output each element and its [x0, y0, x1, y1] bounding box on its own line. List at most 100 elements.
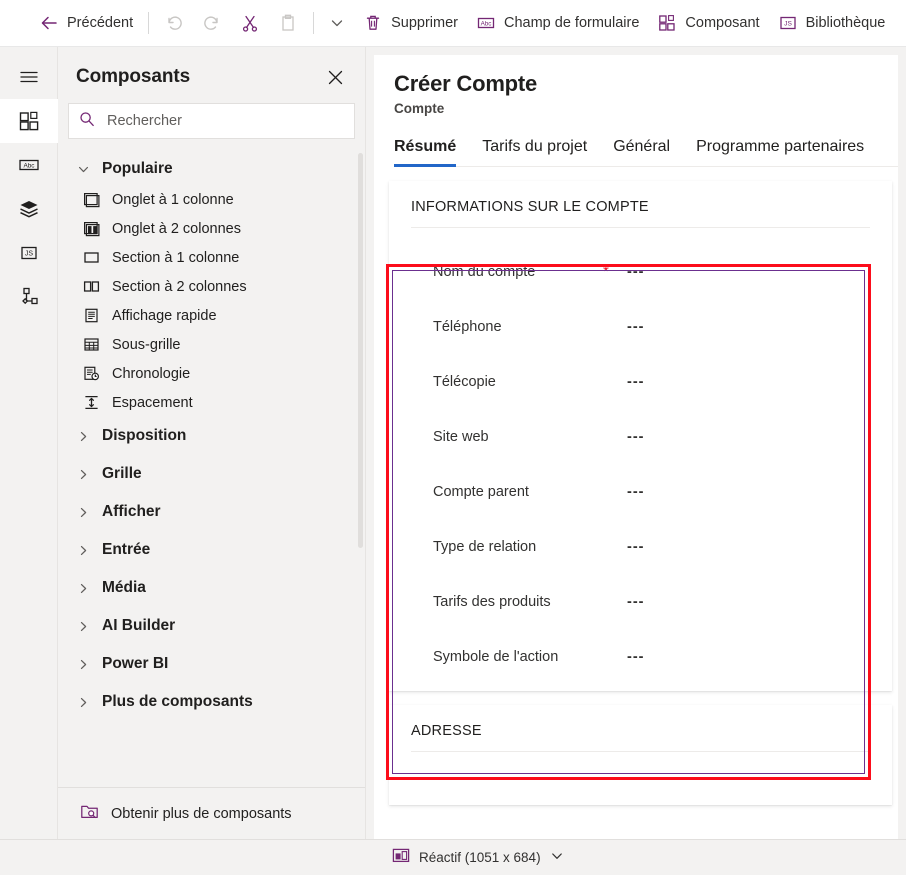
svg-text:Abc: Abc — [23, 162, 35, 169]
chevron-right-icon — [76, 430, 90, 443]
category-item-disposition[interactable]: Disposition — [58, 417, 365, 455]
viewport-selector[interactable]: Réactif (1051 x 684) — [392, 847, 564, 868]
get-more-components-button[interactable]: Obtenir plus de composants — [58, 787, 365, 839]
tab-tarifs-du-projet[interactable]: Tarifs du projet — [482, 138, 587, 166]
abc-field-icon: Abc — [476, 13, 496, 33]
section-adresse[interactable]: ADRESSE — [389, 705, 892, 805]
form-tabs: Résumé Tarifs du projet Général Programm… — [394, 138, 906, 167]
field-row-nom-du-compte[interactable]: Nom du compte * --- — [411, 244, 870, 299]
redo-button[interactable] — [193, 5, 231, 41]
component-item-subgrid[interactable]: Sous-grille — [58, 330, 365, 359]
component-item-label: Espacement — [112, 394, 193, 411]
folder-search-icon — [80, 802, 99, 825]
component-item-section-two-columns[interactable]: Section à 2 colonnes — [58, 272, 365, 301]
tab-label: Général — [613, 138, 671, 155]
rail-item-fields[interactable]: Abc — [0, 143, 58, 187]
undo-button[interactable] — [155, 5, 193, 41]
chevron-down-icon — [550, 849, 564, 866]
category-item-grille[interactable]: Grille — [58, 455, 365, 493]
tab-two-columns-icon — [81, 220, 101, 237]
chevron-right-icon — [76, 696, 90, 709]
component-item-timeline[interactable]: Chronologie — [58, 359, 365, 388]
field-row-symbole-de-l-action[interactable]: Symbole de l'action --- — [411, 629, 870, 684]
component-item-tab-one-column[interactable]: Onglet à 1 colonne — [58, 185, 365, 214]
group-header-populaire[interactable]: Populaire — [58, 153, 365, 185]
components-panel-header: Composants — [58, 47, 365, 103]
form-canvas-area: Créer Compte Compte Résumé Tarifs du pro… — [366, 47, 906, 839]
section-fields: Nom du compte * --- Téléphone --- Téléco… — [411, 228, 870, 684]
chevron-right-icon — [76, 620, 90, 633]
component-item-quick-view[interactable]: Affichage rapide — [58, 301, 365, 330]
field-row-site-web[interactable]: Site web --- — [411, 409, 870, 464]
component-item-section-one-column[interactable]: Section à 1 colonne — [58, 243, 365, 272]
delete-button[interactable]: Supprimer — [354, 5, 467, 41]
field-row-compte-parent[interactable]: Compte parent --- — [411, 464, 870, 519]
tab-general[interactable]: Général — [613, 138, 670, 166]
rail-item-tree[interactable] — [0, 275, 58, 319]
component-button-label: Composant — [685, 15, 760, 31]
form-field-button[interactable]: Abc Champ de formulaire — [467, 5, 648, 41]
page-title: Créer Compte — [394, 71, 538, 96]
rail-item-menu[interactable] — [0, 55, 58, 99]
category-item-label: Entrée — [102, 541, 151, 558]
paste-button[interactable] — [269, 5, 307, 41]
chevron-right-icon — [76, 544, 90, 557]
component-button[interactable]: Composant — [648, 5, 768, 41]
category-item-label: Grille — [102, 465, 142, 482]
field-row-type-de-relation[interactable]: Type de relation --- — [411, 519, 870, 574]
section-title: ADRESSE — [411, 723, 870, 752]
rail-item-scripts[interactable]: JS — [0, 231, 58, 275]
section-informations-sur-le-compte[interactable]: INFORMATIONS SUR LE COMPTE Nom du compte… — [389, 181, 892, 691]
tool-rail: Abc JS — [0, 47, 58, 839]
cut-button[interactable] — [231, 5, 269, 41]
viewport-label: Réactif (1051 x 684) — [419, 850, 541, 865]
field-row-tarifs-des-produits[interactable]: Tarifs des produits --- — [411, 574, 870, 629]
trash-icon — [363, 13, 383, 33]
back-button[interactable]: Précédent — [30, 5, 142, 41]
field-value: --- — [627, 373, 645, 390]
field-value: --- — [627, 593, 645, 610]
quick-view-icon — [81, 307, 101, 324]
library-button-label: Bibliothèque — [805, 15, 886, 31]
search-input[interactable] — [105, 112, 344, 130]
component-item-label: Section à 2 colonnes — [112, 278, 247, 295]
category-item-ai-builder[interactable]: AI Builder — [58, 607, 365, 645]
field-row-telephone[interactable]: Téléphone --- — [411, 299, 870, 354]
panel-scrollbar[interactable] — [358, 153, 363, 548]
tab-resume[interactable]: Résumé — [394, 138, 457, 167]
field-label: Compte parent — [433, 483, 529, 500]
component-item-label: Section à 1 colonne — [112, 249, 240, 266]
field-value: --- — [627, 483, 645, 500]
spacer-icon — [81, 394, 101, 411]
category-item-power-bi[interactable]: Power BI — [58, 645, 365, 683]
rail-item-layers[interactable] — [0, 187, 58, 231]
library-button[interactable]: JS Bibliothèque — [769, 5, 895, 41]
component-item-spacer[interactable]: Espacement — [58, 388, 365, 417]
status-bar: Réactif (1051 x 684) — [0, 839, 906, 875]
component-item-label: Chronologie — [112, 365, 191, 382]
category-item-entree[interactable]: Entrée — [58, 531, 365, 569]
js-icon: JS — [17, 241, 41, 265]
chevron-right-icon — [76, 582, 90, 595]
component-item-tab-two-columns[interactable]: Onglet à 2 colonnes — [58, 214, 365, 243]
clipboard-icon — [278, 13, 298, 33]
field-value: --- — [627, 648, 645, 665]
field-value: --- — [627, 318, 645, 335]
more-commands-button[interactable] — [320, 5, 354, 41]
category-item-afficher[interactable]: Afficher — [58, 493, 365, 531]
category-item-plus-de-composants[interactable]: Plus de composants — [58, 683, 365, 721]
arrow-left-icon — [39, 13, 59, 33]
field-row-telecopie[interactable]: Télécopie --- — [411, 354, 870, 409]
rail-item-components[interactable] — [0, 99, 58, 143]
section-two-columns-icon — [81, 278, 101, 295]
field-value: --- — [627, 263, 645, 280]
close-panel-button[interactable] — [321, 63, 349, 91]
section-title: INFORMATIONS SUR LE COMPTE — [411, 199, 870, 228]
category-item-label: Plus de composants — [102, 693, 253, 710]
category-item-media[interactable]: Média — [58, 569, 365, 607]
chevron-down-icon — [329, 15, 345, 31]
component-search[interactable] — [68, 103, 355, 139]
field-label: Symbole de l'action — [433, 648, 559, 665]
category-item-label: Power BI — [102, 655, 169, 672]
tab-programme-partenaires[interactable]: Programme partenaires — [696, 138, 864, 166]
